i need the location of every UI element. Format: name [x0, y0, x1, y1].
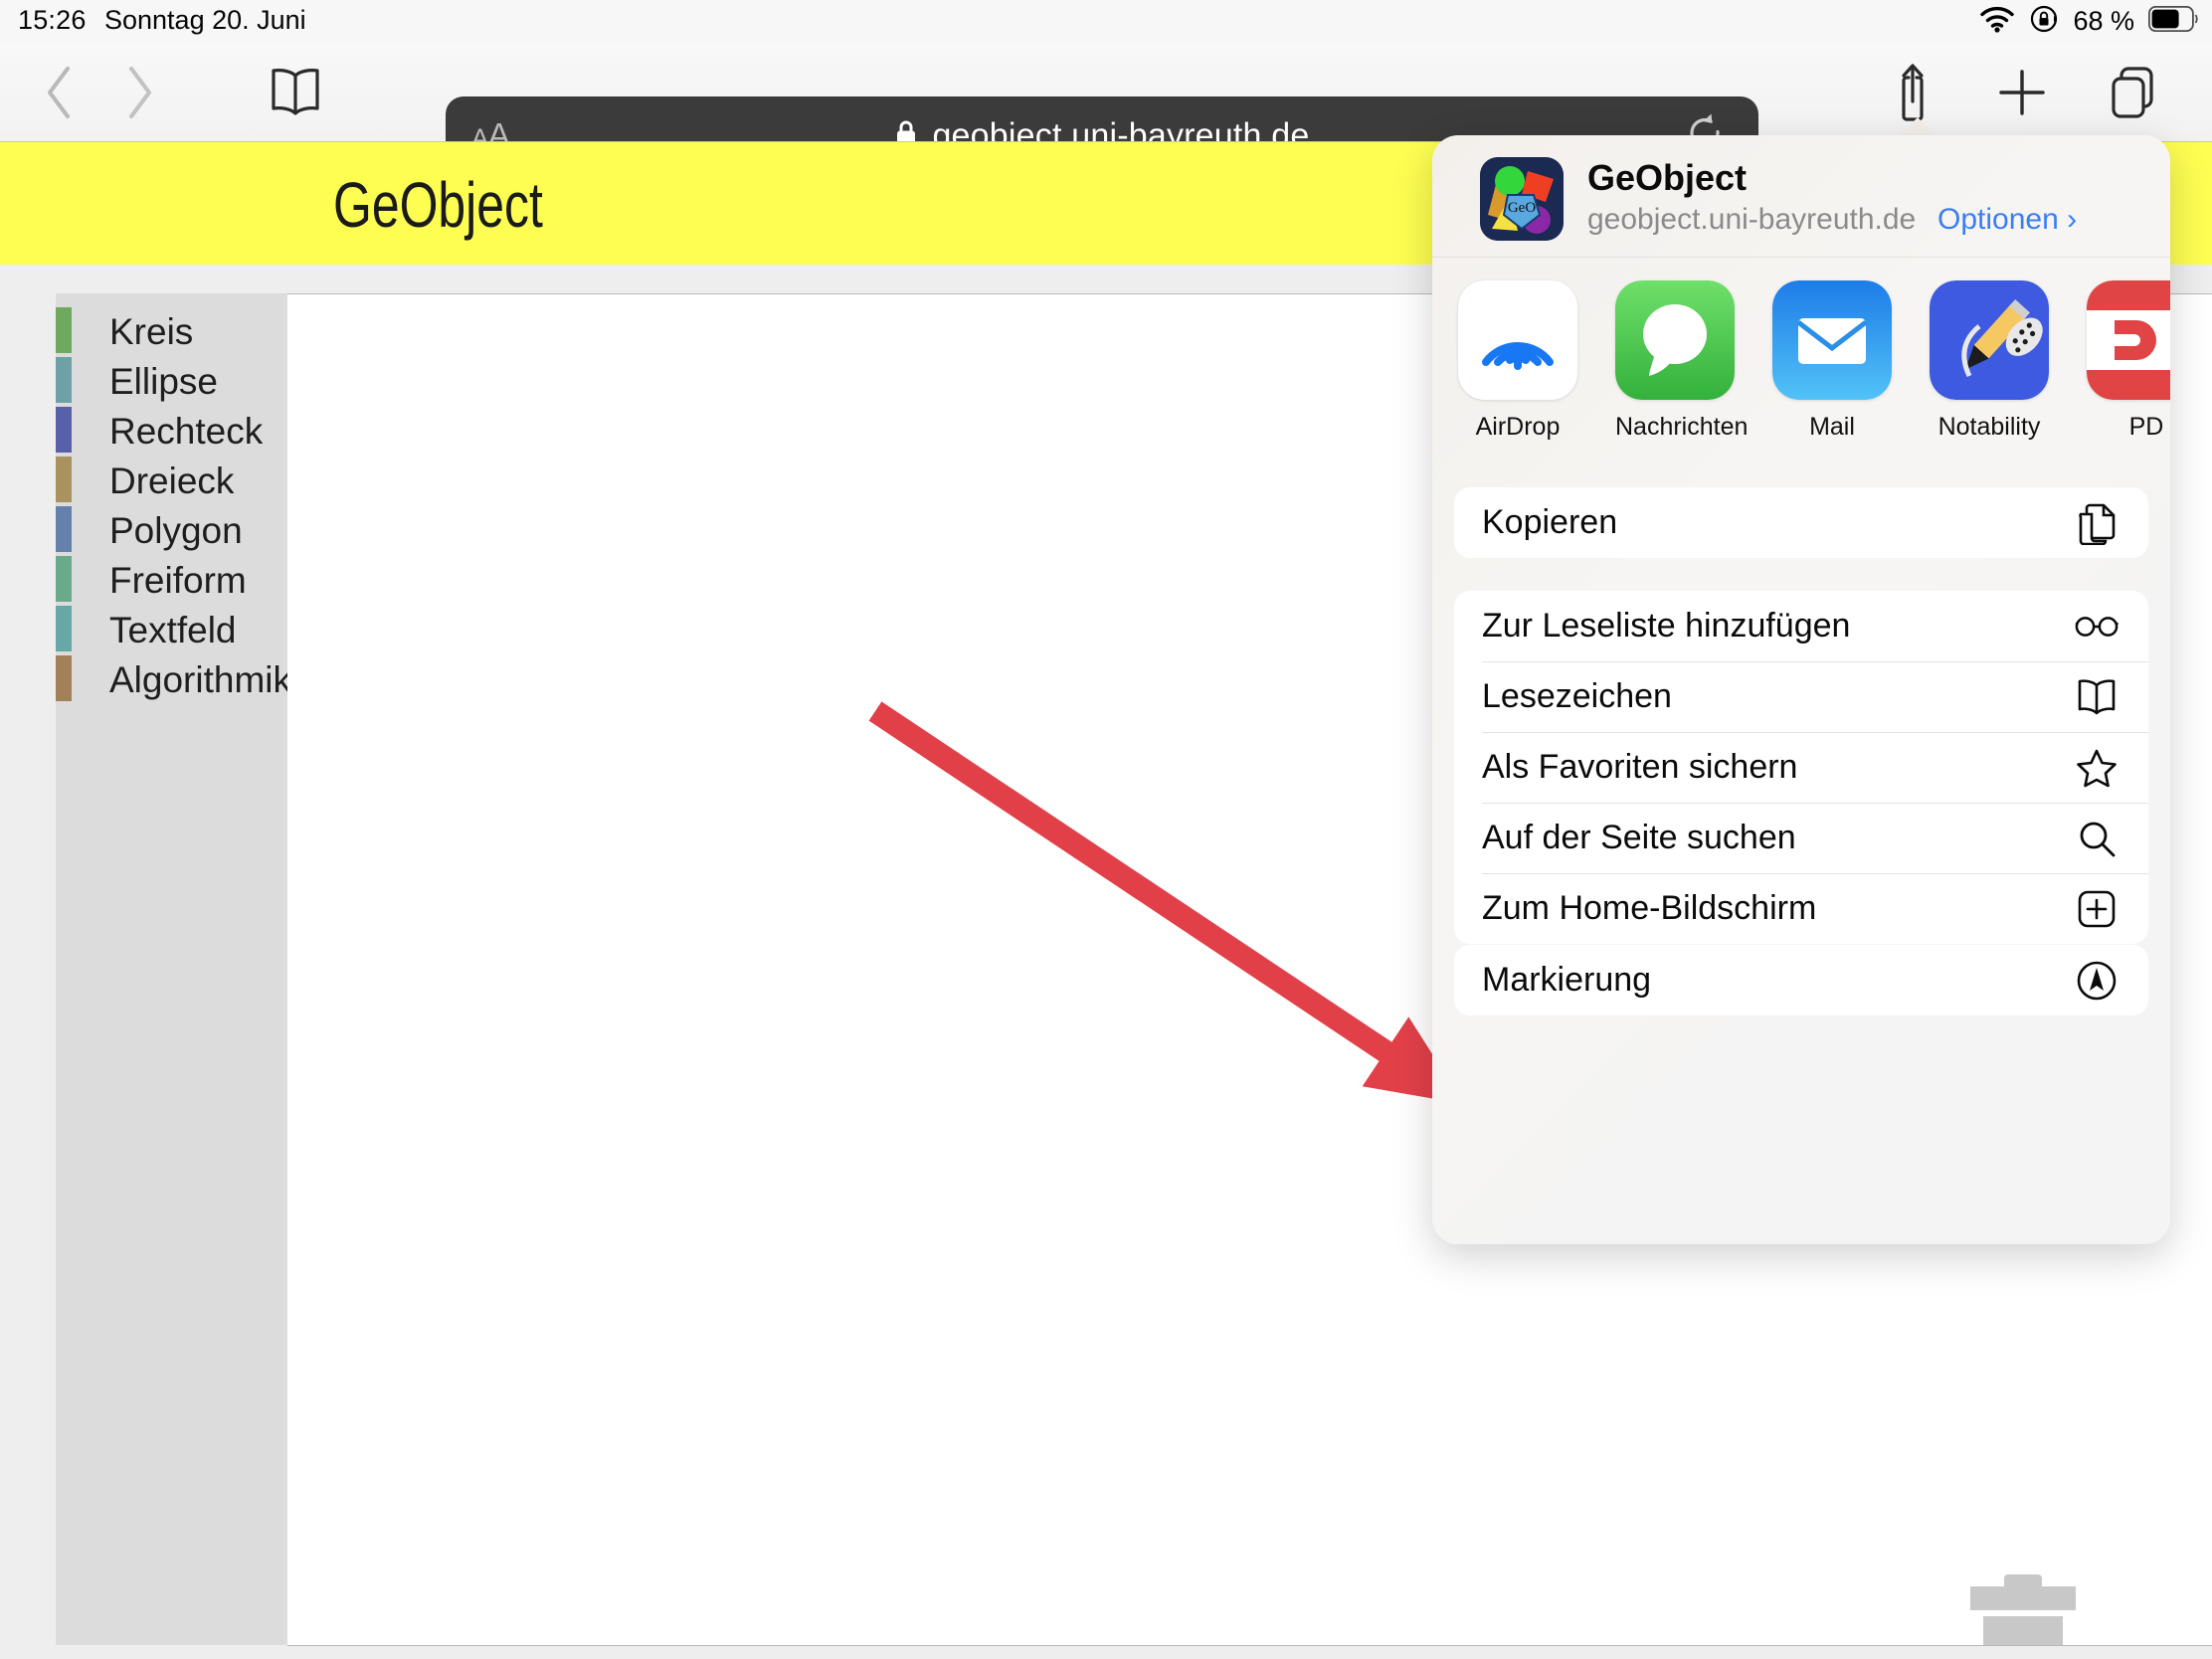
- share-action-label: Zur Leseliste hinzufügen: [1482, 607, 1851, 645]
- share-action-lesezeichen[interactable]: Lesezeichen: [1454, 661, 2148, 732]
- sidebar-item-color-swatch: [56, 357, 72, 403]
- notability-icon: [1930, 280, 2049, 400]
- ipad-screen: 15:26 Sonntag 20. Juni 68 % AA geobject.…: [0, 0, 2212, 1659]
- sidebar-item-ellipse[interactable]: Ellipse: [56, 357, 287, 407]
- share-app-notability[interactable]: Notability: [1930, 280, 2049, 465]
- sidebar-item-rechteck[interactable]: Rechteck: [56, 407, 287, 457]
- status-date: Sonntag 20. Juni: [104, 5, 306, 35]
- share-sheet-domain: geobject.uni-bayreuth.de: [1587, 203, 1917, 236]
- search-icon: [2075, 817, 2119, 860]
- share-action-leseliste[interactable]: Zur Leseliste hinzufügen: [1454, 591, 2148, 661]
- bottom-toolbar: SCHRITT ZEICHNEN LÖSCHEN MEHR Verzögerun…: [0, 1646, 2212, 1659]
- share-sheet-header: GeO GeObject geobject.uni-bayreuth.de Op…: [1432, 135, 2170, 255]
- share-action-seite-suchen[interactable]: Auf der Seite suchen: [1454, 803, 2148, 873]
- share-action-kopieren[interactable]: Kopieren: [1454, 487, 2148, 558]
- share-action-markierung[interactable]: Markierung: [1454, 945, 2148, 1015]
- sidebar-item-algorithmik[interactable]: Algorithmik: [56, 655, 291, 705]
- share-sheet-group-2: Zur Leseliste hinzufügen Lesezeichen Als…: [1454, 591, 2148, 944]
- share-sheet-app-name: GeObject: [1587, 157, 1748, 198]
- sidebar-item-freiform[interactable]: Freiform: [56, 556, 287, 606]
- share-app-mail[interactable]: Mail: [1772, 280, 1892, 465]
- sidebar-item-label: Ellipse: [109, 361, 218, 402]
- rotation-lock-icon: [2029, 4, 2059, 39]
- share-sheet-app-row: AirDrop Nachrichten Mail Notability PD: [1458, 280, 2170, 465]
- share-app-label: Nachrichten: [1615, 413, 1749, 441]
- sidebar-item-polygon[interactable]: Polygon: [56, 506, 287, 556]
- battery-icon: [2147, 5, 2198, 37]
- share-action-label: Lesezeichen: [1482, 677, 1672, 715]
- share-app-label: Notability: [1937, 413, 2041, 441]
- forward-button[interactable]: [109, 63, 169, 122]
- sidebar-item-dreieck[interactable]: Dreieck: [56, 457, 287, 506]
- sidebar-item-color-swatch: [56, 307, 72, 353]
- book-icon[interactable]: [261, 58, 330, 127]
- add-to-home-icon: [2075, 887, 2119, 931]
- sidebar-item-label: Polygon: [109, 510, 243, 551]
- sidebar-item-kreis[interactable]: Kreis: [56, 307, 287, 357]
- sidebar-item-label: Algorithmik: [109, 659, 291, 700]
- share-app-label: PD: [2128, 413, 2164, 441]
- geobject-app-icon: GeO: [1480, 157, 1564, 241]
- battery-percent: 68 %: [2073, 6, 2134, 36]
- plus-icon[interactable]: [1987, 58, 2057, 127]
- sidebar-item-color-swatch: [56, 655, 72, 701]
- trash-icon[interactable]: [1970, 1574, 2076, 1645]
- share-sheet-group-3: Markierung: [1454, 945, 2148, 1015]
- options-label: Optionen: [1937, 203, 2059, 236]
- share-app-airdrop[interactable]: AirDrop: [1458, 280, 1577, 465]
- share-sheet: GeO GeObject geobject.uni-bayreuth.de Op…: [1432, 135, 2170, 1244]
- status-bar: 15:26 Sonntag 20. Juni 68 %: [0, 0, 2212, 44]
- sidebar-item-color-swatch: [56, 457, 72, 502]
- star-icon: [2075, 746, 2119, 790]
- sidebar-item-label: Dreieck: [109, 461, 235, 501]
- share-app-label: AirDrop: [1475, 413, 1561, 441]
- page-title: GeObject: [333, 169, 543, 241]
- sidebar-item-label: Freiform: [109, 560, 247, 601]
- airdrop-icon: [1458, 280, 1577, 400]
- tabs-icon[interactable]: [2099, 58, 2168, 127]
- sidebar-item-color-swatch: [56, 606, 72, 651]
- mail-icon: [1772, 280, 1892, 400]
- messages-icon: [1615, 280, 1735, 400]
- sidebar-item-label: Rechteck: [109, 411, 264, 452]
- share-app-label: Mail: [1809, 413, 1855, 441]
- chevron-right-icon: ›: [2067, 203, 2078, 236]
- share-sheet-divider: [1432, 257, 2170, 258]
- share-app-pdf[interactable]: PD: [2087, 280, 2170, 465]
- sidebar-item-color-swatch: [56, 407, 72, 453]
- sidebar-item-label: Kreis: [109, 311, 194, 352]
- share-action-label: Als Favoriten sichern: [1482, 748, 1798, 786]
- share-sheet-options-link[interactable]: Optionen ›: [1937, 203, 2077, 237]
- sidebar-item-label: Textfeld: [109, 610, 237, 650]
- safari-toolbar: AA geobject.uni-bayreuth.de: [0, 44, 2212, 176]
- share-action-home-bildschirm[interactable]: Zum Home-Bildschirm: [1454, 873, 2148, 944]
- copy-icon: [2075, 501, 2119, 545]
- wifi-icon: [1979, 5, 2015, 38]
- pdf-expert-icon: [2087, 280, 2170, 400]
- markup-icon: [2075, 959, 2119, 1003]
- sidebar-item-color-swatch: [56, 556, 72, 602]
- sidebar-item-color-swatch: [56, 506, 72, 552]
- share-action-label: Markierung: [1482, 961, 1652, 999]
- book-icon: [2075, 675, 2119, 719]
- share-action-label: Zum Home-Bildschirm: [1482, 889, 1817, 927]
- share-app-messages[interactable]: Nachrichten: [1615, 280, 1749, 465]
- share-action-favoriten[interactable]: Als Favoriten sichern: [1454, 732, 2148, 803]
- back-button[interactable]: [30, 63, 90, 122]
- status-time: 15:26: [18, 5, 87, 35]
- svg-text:GeO: GeO: [1508, 200, 1536, 216]
- share-action-label: Kopieren: [1482, 503, 1618, 541]
- share-action-label: Auf der Seite suchen: [1482, 819, 1796, 856]
- trash-body: [1983, 1616, 2063, 1645]
- glasses-icon: [2075, 605, 2119, 648]
- trash-lid: [1970, 1586, 2076, 1610]
- share-sheet-group-1: Kopieren: [1454, 487, 2148, 558]
- sidebar-item-textfeld[interactable]: Textfeld: [56, 606, 287, 655]
- status-right-cluster: 68 %: [1979, 4, 2198, 39]
- shape-sidebar: Kreis Ellipse Rechteck Dreieck Polygon Freifo…: [56, 293, 291, 1645]
